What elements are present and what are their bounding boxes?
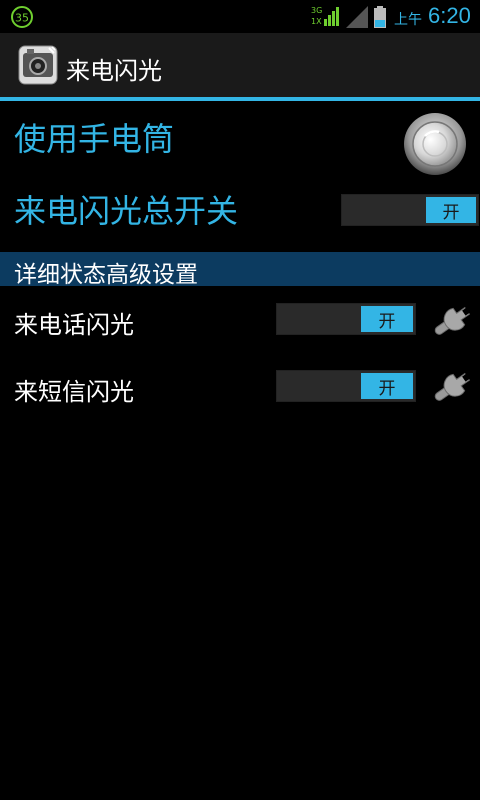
master-switch-state: 开 bbox=[426, 197, 476, 223]
call-flash-state: 开 bbox=[361, 306, 413, 332]
notification-badge-text: 35 bbox=[15, 12, 29, 25]
sms-flash-label: 来短信闪光 bbox=[14, 378, 134, 406]
sms-flash-toggle[interactable]: 开 bbox=[276, 370, 416, 402]
status-ampm: 上午 bbox=[394, 12, 422, 28]
master-switch-label: 来电闪光总开关 bbox=[14, 192, 239, 230]
call-flash-toggle[interactable]: 开 bbox=[276, 303, 416, 335]
signal-icon bbox=[346, 6, 368, 28]
section-title: 详细状态高级设置 bbox=[14, 262, 198, 288]
wrench-icon[interactable] bbox=[430, 300, 478, 340]
call-flash-label: 来电话闪光 bbox=[14, 311, 134, 339]
wrench-icon[interactable] bbox=[430, 366, 478, 406]
notification-badge-icon: 35 bbox=[11, 6, 33, 28]
camera-flash-icon[interactable] bbox=[18, 45, 58, 85]
master-switch-toggle[interactable]: 开 bbox=[341, 194, 479, 226]
battery-icon bbox=[374, 6, 386, 28]
section-header: 详细状态高级设置 bbox=[0, 252, 480, 288]
network-1x-text: 1X bbox=[311, 17, 322, 26]
data-network-icon: 3G 1X bbox=[311, 6, 339, 26]
action-bar: 来电闪光 bbox=[0, 33, 480, 101]
flashlight-icon[interactable] bbox=[403, 112, 467, 176]
page-title: 来电闪光 bbox=[66, 57, 162, 85]
flashlight-label: 使用手电筒 bbox=[14, 120, 175, 158]
status-time: 6:20 bbox=[428, 3, 471, 28]
status-bar: 35 3G 1X 上午 6:20 bbox=[0, 0, 480, 33]
sms-flash-state: 开 bbox=[361, 373, 413, 399]
network-3g-text: 3G bbox=[311, 6, 322, 15]
